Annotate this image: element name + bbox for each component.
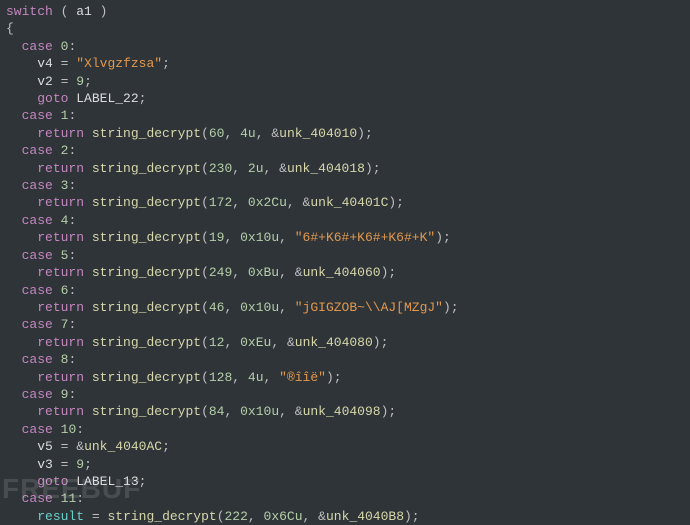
- string-literal: "®îîë": [279, 370, 326, 385]
- watermark: FREEBUF: [0, 480, 141, 497]
- keyword-switch: switch: [6, 4, 53, 19]
- fn-call: string_decrypt: [92, 126, 201, 141]
- string-literal: "Xlvgzfzsa": [76, 56, 162, 71]
- string-literal: "jGIGZOB~\\AJ[MZgJ": [295, 300, 443, 315]
- case-label: case: [22, 39, 53, 54]
- string-literal: "6#+K6#+K6#+K6#+K": [295, 230, 435, 245]
- code-area: switch ( a1 ) { case 0: v4 = "Xlvgzfzsa"…: [0, 0, 690, 525]
- result-var: result: [37, 509, 84, 524]
- switch-arg: a1: [76, 4, 92, 19]
